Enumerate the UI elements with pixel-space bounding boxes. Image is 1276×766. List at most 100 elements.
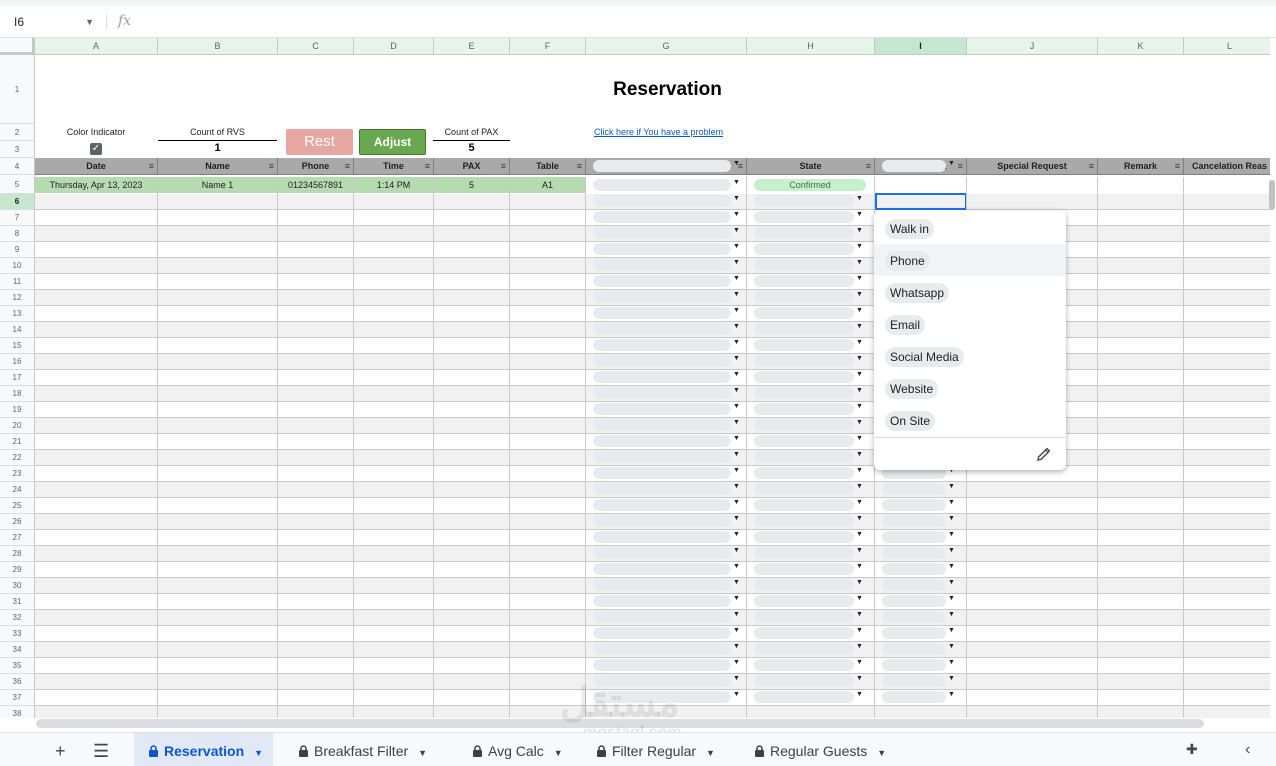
- state-dropdown-chip[interactable]: ▼: [754, 691, 863, 703]
- chevron-down-icon[interactable]: ▼: [733, 579, 740, 586]
- row-header-4[interactable]: 4: [0, 158, 35, 175]
- chevron-down-icon[interactable]: ▼: [856, 595, 863, 602]
- signature-dropdown-chip[interactable]: ▼: [593, 387, 740, 399]
- chevron-down-icon[interactable]: ▼: [733, 547, 740, 554]
- signature-dropdown-chip[interactable]: ▼: [593, 643, 740, 655]
- directed-via-dropdown-chip[interactable]: ▼: [882, 691, 955, 703]
- signature-dropdown-chip[interactable]: ▼: [593, 291, 740, 303]
- signature-dropdown-chip[interactable]: ▼: [593, 659, 740, 671]
- chevron-down-icon[interactable]: ▼: [733, 515, 740, 522]
- chevron-down-icon[interactable]: ▼: [948, 579, 955, 586]
- chevron-down-icon[interactable]: ▼: [733, 691, 740, 698]
- chevron-down-icon[interactable]: ▼: [418, 748, 427, 758]
- row-header-7[interactable]: 7: [0, 210, 35, 226]
- chevron-down-icon[interactable]: ▼: [856, 691, 863, 698]
- chevron-down-icon[interactable]: ▼: [856, 403, 863, 410]
- spreadsheet-grid[interactable]: ABCDEFGHIJKL 1 2 3 4 5 6 7 8 9 10 11 12 13 14 15 16 17 18…: [0, 38, 1270, 718]
- chevron-down-icon[interactable]: ▼: [706, 748, 715, 758]
- signature-dropdown-chip[interactable]: ▼: [593, 227, 740, 239]
- chevron-down-icon[interactable]: ▼: [733, 355, 740, 362]
- chevron-down-icon[interactable]: ▼: [856, 451, 863, 458]
- row-header-14[interactable]: 14: [0, 322, 35, 338]
- chevron-down-icon[interactable]: ▼: [856, 563, 863, 570]
- signature-dropdown-chip[interactable]: ▼: [593, 563, 740, 575]
- chevron-down-icon[interactable]: ▼: [856, 291, 863, 298]
- directed-via-dropdown-chip[interactable]: ▼: [882, 595, 955, 607]
- chevron-down-icon[interactable]: ▼: [254, 748, 263, 758]
- directed-via-dropdown-chip[interactable]: ▼: [882, 659, 955, 671]
- signature-dropdown-chip[interactable]: ▼: [593, 627, 740, 639]
- chevron-down-icon[interactable]: ▼: [856, 643, 863, 650]
- chevron-down-icon[interactable]: ▼: [733, 307, 740, 314]
- chevron-down-icon[interactable]: ▼: [733, 595, 740, 602]
- chevron-down-icon[interactable]: ▼: [856, 515, 863, 522]
- record-date[interactable]: Thursday, Apr 13, 2023: [35, 177, 157, 193]
- column-header-f[interactable]: F: [510, 38, 586, 55]
- chevron-down-icon[interactable]: ▼: [856, 195, 863, 202]
- state-dropdown-chip[interactable]: ▼: [754, 451, 863, 463]
- row-header-35[interactable]: 35: [0, 658, 35, 674]
- state-dropdown-chip[interactable]: ▼: [754, 595, 863, 607]
- state-dropdown-chip[interactable]: ▼: [754, 467, 863, 479]
- chevron-down-icon[interactable]: ▼: [856, 419, 863, 426]
- signature-dropdown-chip[interactable]: ▼: [593, 195, 740, 207]
- state-dropdown-chip[interactable]: ▼: [754, 675, 863, 687]
- chevron-down-icon[interactable]: ▼: [733, 371, 740, 378]
- signature-dropdown-chip[interactable]: ▼: [593, 547, 740, 559]
- record-name[interactable]: Name 1: [158, 177, 277, 193]
- signature-dropdown-chip[interactable]: ▼: [593, 307, 740, 319]
- chevron-down-icon[interactable]: ▼: [948, 675, 955, 682]
- chevron-down-icon[interactable]: ▼: [733, 531, 740, 538]
- directed-via-dropdown-chip[interactable]: ▼: [882, 531, 955, 543]
- row-header-17[interactable]: 17: [0, 370, 35, 386]
- chevron-down-icon[interactable]: ▼: [948, 595, 955, 602]
- dropdown-option[interactable]: On Site: [874, 404, 1066, 436]
- chevron-down-icon[interactable]: ▼: [856, 611, 863, 618]
- signature-dropdown-chip[interactable]: ▼: [593, 419, 740, 431]
- row-header-3[interactable]: 3: [0, 141, 35, 158]
- row-header-31[interactable]: 31: [0, 594, 35, 610]
- directed-via-dropdown-chip[interactable]: ▼: [882, 499, 955, 511]
- chevron-down-icon[interactable]: ▼: [948, 643, 955, 650]
- row-header-12[interactable]: 12: [0, 290, 35, 306]
- chevron-down-icon[interactable]: ▼: [733, 339, 740, 346]
- select-all-corner[interactable]: [0, 38, 35, 55]
- state-dropdown-chip[interactable]: ▼: [754, 227, 863, 239]
- row-header-32[interactable]: 32: [0, 610, 35, 626]
- dropdown-option[interactable]: Whatsapp: [874, 276, 1066, 308]
- state-dropdown-chip[interactable]: ▼: [754, 259, 863, 271]
- row-header-18[interactable]: 18: [0, 386, 35, 402]
- chevron-down-icon[interactable]: ▼: [733, 563, 740, 570]
- row-header-5[interactable]: 5: [0, 175, 35, 194]
- row-header-34[interactable]: 34: [0, 642, 35, 658]
- row-header-22[interactable]: 22: [0, 450, 35, 466]
- filter-icon[interactable]: ≡: [866, 158, 871, 175]
- row-header-8[interactable]: 8: [0, 226, 35, 242]
- chevron-down-icon[interactable]: ▼: [948, 531, 955, 538]
- chevron-down-icon[interactable]: ▼: [856, 675, 863, 682]
- chevron-down-icon[interactable]: ▼: [85, 12, 94, 32]
- signature-dropdown-chip[interactable]: ▼: [593, 275, 740, 287]
- sheet-tab-reservation[interactable]: Reservation ▼: [134, 733, 274, 766]
- filter-icon[interactable]: ≡: [149, 158, 154, 175]
- dropdown-option[interactable]: Email: [874, 308, 1066, 340]
- state-dropdown-chip[interactable]: ▼: [754, 579, 863, 591]
- state-dropdown-chip[interactable]: ▼: [754, 419, 863, 431]
- directed-via-dropdown-chip[interactable]: ▼: [882, 563, 955, 575]
- state-dropdown-chip[interactable]: ▼: [754, 563, 863, 575]
- dropdown-option[interactable]: Website: [874, 372, 1066, 404]
- name-box[interactable]: I6 ▼: [8, 12, 100, 32]
- dropdown-option[interactable]: Walk in: [874, 212, 1066, 244]
- adjust-button[interactable]: Adjust: [359, 129, 426, 155]
- state-dropdown-chip[interactable]: ▼: [754, 371, 863, 383]
- chevron-down-icon[interactable]: ▼: [856, 227, 863, 234]
- chevron-down-icon[interactable]: ▼: [733, 160, 740, 167]
- chevron-down-icon[interactable]: ▼: [856, 499, 863, 506]
- signature-dropdown-chip[interactable]: ▼: [593, 483, 740, 495]
- state-dropdown-chip[interactable]: ▼: [754, 243, 863, 255]
- state-dropdown-chip[interactable]: ▼: [754, 659, 863, 671]
- row-header-29[interactable]: 29: [0, 562, 35, 578]
- row-header-28[interactable]: 28: [0, 546, 35, 562]
- vertical-scrollbar[interactable]: [1269, 180, 1275, 210]
- chevron-down-icon[interactable]: ▼: [856, 275, 863, 282]
